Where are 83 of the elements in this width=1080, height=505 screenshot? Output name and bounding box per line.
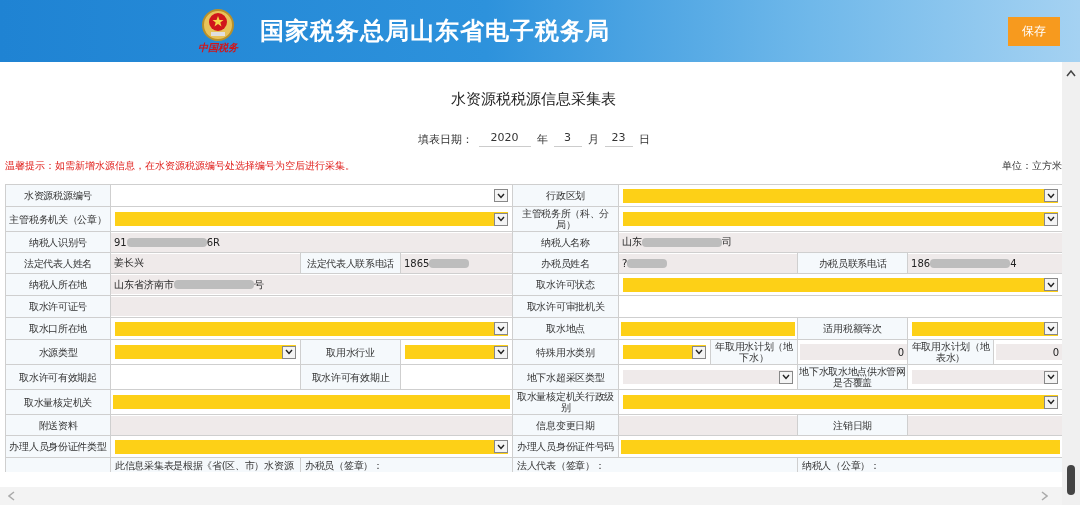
field-label: 水源类型 [5, 339, 111, 365]
dropdown-field[interactable] [115, 212, 509, 226]
caret-icon [1044, 189, 1059, 202]
field-label: 纳税人识别号 [5, 231, 111, 253]
input-field[interactable]: 山东省济南市 号 [111, 275, 513, 294]
input-field[interactable]: 186 4 [908, 253, 1062, 273]
input-field[interactable]: ? [619, 253, 798, 273]
dropdown-field[interactable] [115, 439, 509, 454]
caret-icon [779, 370, 794, 384]
caret-icon [494, 189, 509, 202]
scroll-right-icon[interactable] [1041, 491, 1048, 501]
field-label: 主管税务所（科、分局） [512, 206, 619, 232]
field-label: 地下水超采区类型 [512, 364, 619, 390]
month-unit: 月 [587, 131, 599, 147]
dropdown-field[interactable] [623, 212, 1059, 226]
input-field[interactable] [621, 321, 796, 336]
dropdown-field[interactable] [115, 345, 296, 359]
field-label: 纳税人所在地 [5, 273, 111, 296]
input-field[interactable] [113, 395, 511, 409]
caret-icon [494, 212, 509, 226]
input-field[interactable]: 山东 司 [619, 232, 1062, 252]
input-field[interactable]: 0 [800, 344, 908, 360]
input-field[interactable] [111, 415, 513, 435]
dropdown-field[interactable] [623, 188, 1059, 203]
field-label: 取水许可有效期止 [300, 364, 401, 390]
redaction-bar [627, 258, 668, 268]
scrollbar-thumb[interactable] [1067, 465, 1075, 495]
day-unit: 日 [638, 131, 650, 147]
caret-icon [282, 345, 296, 359]
field-label: 取水许可证号 [5, 295, 111, 318]
scroll-up-icon[interactable] [1066, 70, 1076, 77]
field-label: 地下水取水地点供水管网是否覆盖 [797, 364, 908, 390]
input-field[interactable] [621, 439, 1061, 454]
year-unit: 年 [536, 131, 548, 147]
dropdown-field[interactable] [623, 345, 707, 359]
field-label: 取水口所在地 [5, 317, 111, 340]
caret-icon [692, 345, 707, 359]
field-label: 行政区划 [512, 184, 619, 207]
field-label: 年取用水计划（地表水） [907, 339, 994, 365]
caret-icon [1044, 395, 1059, 409]
dropdown-field[interactable] [115, 321, 509, 336]
dropdown-field[interactable] [623, 395, 1059, 409]
day-field[interactable]: 23 [604, 131, 633, 147]
input-field[interactable] [619, 415, 798, 435]
scroll-left-icon[interactable] [8, 491, 15, 501]
dropdown-field[interactable] [912, 321, 1059, 336]
caret-icon [1044, 370, 1059, 384]
input-field[interactable] [111, 297, 513, 316]
field-label: 取水许可有效期起 [5, 364, 111, 390]
caret-icon [1044, 322, 1059, 335]
input-field[interactable]: 姜长兴 [111, 253, 300, 273]
caret-icon [494, 440, 509, 453]
caret-icon [1044, 212, 1059, 226]
field-label: 取用水行业 [300, 339, 401, 365]
form-title: 水资源税税源信息采集表 [450, 90, 617, 109]
horizontal-scrollbar[interactable] [0, 487, 1062, 505]
dropdown-field[interactable] [623, 277, 1059, 292]
field-label: 法定代表人姓名 [5, 252, 111, 274]
field-label: 附送资料 [5, 414, 111, 436]
month-field[interactable]: 3 [553, 131, 582, 147]
redaction-bar [429, 258, 470, 268]
vertical-scrollbar[interactable] [1062, 62, 1080, 505]
input-field[interactable] [908, 415, 1062, 435]
input-field[interactable]: 0 [996, 344, 1062, 360]
date-label: 填表日期： [417, 131, 473, 147]
field-label: 特殊用水类别 [512, 339, 619, 365]
input-field[interactable]: 91 6R [111, 232, 513, 252]
caret-icon [1044, 278, 1059, 291]
field-label: 取水量核定机关 [5, 389, 111, 415]
tip-text: 温馨提示：如需新增水源信息，在水资源税源编号处选择编号为空后进行采集。 [5, 159, 355, 173]
unit-text: 单位：立方米 [1002, 159, 1062, 173]
input-field[interactable]: 1865 [401, 253, 513, 273]
field-label: 取水量核定机关行政级别 [512, 389, 619, 415]
field-label: 办理人员身份证件类型 [5, 435, 111, 458]
field-label: 水资源税源编号 [5, 184, 111, 207]
year-field[interactable]: 2020 [478, 131, 531, 147]
logo-caption: 中国税务 [198, 42, 238, 54]
field-label: 年取用水计划（地下水） [710, 339, 798, 365]
caret-icon [494, 322, 509, 335]
field-label: 主管税务机关（公章） [5, 206, 111, 232]
site-title: 国家税务总局山东省电子税务局 [260, 16, 611, 47]
caret-icon [494, 345, 509, 359]
dropdown-field[interactable] [405, 345, 509, 359]
